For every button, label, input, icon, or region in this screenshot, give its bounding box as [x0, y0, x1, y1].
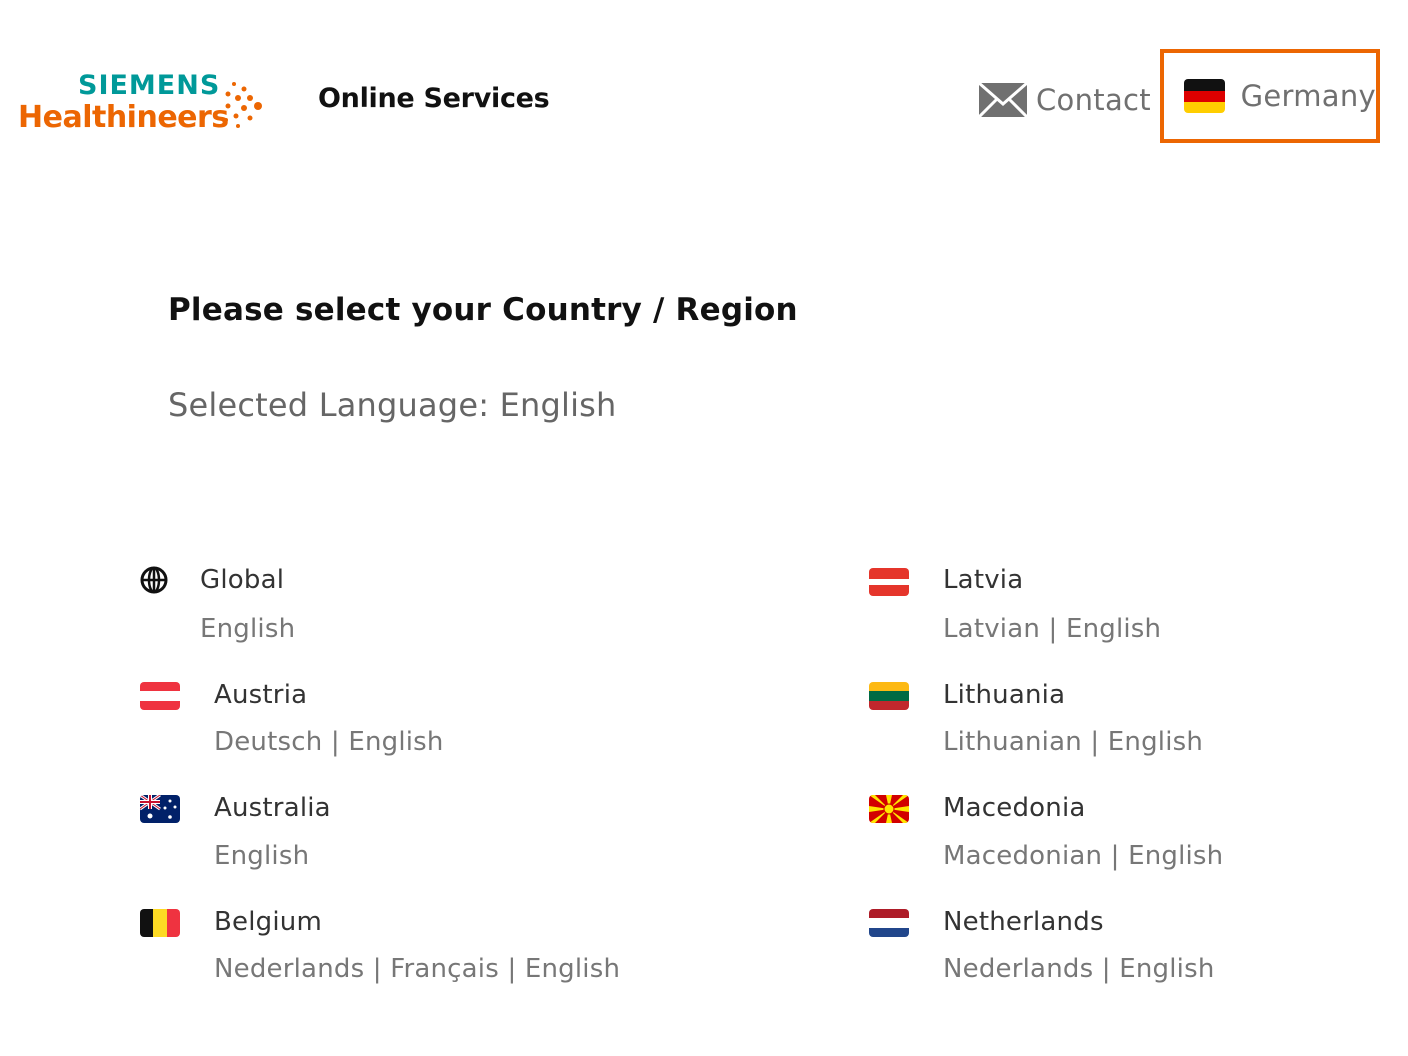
language-link[interactable]: English [200, 614, 295, 644]
language-link[interactable]: Nederlands [214, 954, 364, 984]
latvia-flag-icon [869, 568, 909, 596]
language-link[interactable]: English [1128, 841, 1223, 871]
country-austria[interactable]: Austria [214, 680, 307, 710]
language-link[interactable]: Macedonian [943, 841, 1102, 871]
germany-flag-icon [1184, 79, 1225, 113]
country-global[interactable]: Global [200, 565, 284, 595]
belgium-flag-icon [140, 909, 180, 937]
language-link[interactable]: English [1119, 954, 1214, 984]
country-australia[interactable]: Australia [214, 793, 331, 823]
selected-language: Selected Language: English [168, 386, 617, 424]
siemens-healthineers-logo[interactable]: SIEMENS Healthineers [18, 70, 278, 140]
country-languages: Nederlands | Français | English [214, 954, 621, 984]
country-languages: English [214, 841, 309, 871]
country-languages: Lithuanian | English [943, 727, 1204, 757]
selected-language-prefix: Selected Language: [168, 386, 500, 424]
contact-link[interactable]: Contact [978, 80, 1151, 120]
language-link[interactable]: Français [390, 954, 499, 984]
language-link[interactable]: Nederlands [943, 954, 1093, 984]
logo-text-siemens: SIEMENS [78, 70, 221, 101]
selected-language-value: English [499, 386, 617, 424]
country-label: Germany [1240, 79, 1376, 113]
australia-flag-icon [140, 795, 180, 823]
language-link[interactable]: Latvian [943, 614, 1040, 644]
country-languages: Deutsch | English [214, 727, 444, 757]
logo-dots-icon [224, 82, 262, 128]
language-link[interactable]: English [214, 841, 309, 871]
country-macedonia[interactable]: Macedonia [943, 793, 1086, 823]
logo-text-healthineers: Healthineers [18, 100, 229, 135]
brand-title: Online Services [318, 83, 550, 114]
contact-label: Contact [1036, 83, 1151, 117]
country-netherlands[interactable]: Netherlands [943, 907, 1104, 937]
country-lithuania[interactable]: Lithuania [943, 680, 1065, 710]
country-selector-button[interactable]: Germany [1160, 49, 1380, 143]
page-title: Please select your Country / Region [168, 292, 798, 328]
country-languages: Latvian | English [943, 614, 1162, 644]
language-link[interactable]: English [348, 727, 443, 757]
mail-icon [978, 82, 1028, 118]
country-latvia[interactable]: Latvia [943, 565, 1023, 595]
globe-icon [140, 566, 168, 594]
austria-flag-icon [140, 682, 180, 710]
country-belgium[interactable]: Belgium [214, 907, 322, 937]
language-link[interactable]: English [525, 954, 620, 984]
language-link[interactable]: English [1066, 614, 1161, 644]
lithuania-flag-icon [869, 682, 909, 710]
netherlands-flag-icon [869, 909, 909, 937]
country-languages: Nederlands | English [943, 954, 1215, 984]
country-languages: Macedonian | English [943, 841, 1224, 871]
country-languages: English [200, 614, 295, 644]
language-link[interactable]: Deutsch [214, 727, 322, 757]
language-link[interactable]: English [1108, 727, 1203, 757]
language-link[interactable]: Lithuanian [943, 727, 1082, 757]
macedonia-flag-icon [869, 795, 909, 823]
